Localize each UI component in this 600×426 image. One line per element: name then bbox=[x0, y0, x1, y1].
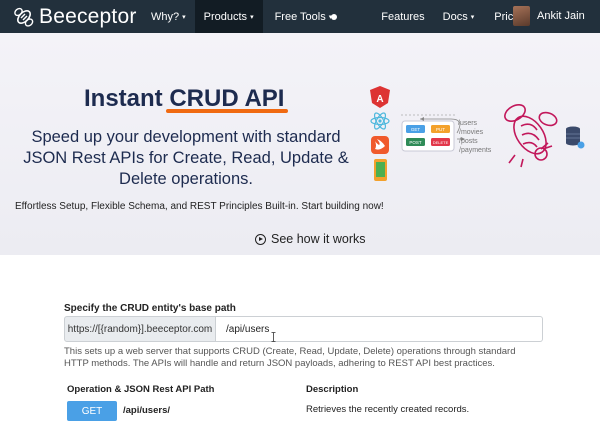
get-method-button[interactable]: GET bbox=[67, 401, 117, 421]
crud-illustration: A GET PUT POST DELETE /users /movies /po… bbox=[370, 86, 585, 181]
nav-free-tools-label: Free Tools bbox=[274, 10, 326, 23]
hero-tagline: Effortless Setup, Flexible Schema, and R… bbox=[15, 201, 384, 212]
method-label: PUT bbox=[436, 127, 445, 132]
see-how-it-works-label: See how it works bbox=[271, 232, 366, 246]
react-icon bbox=[370, 112, 390, 130]
swift-icon bbox=[371, 136, 389, 154]
nav-products-label: Products bbox=[203, 10, 248, 23]
avatar bbox=[513, 6, 530, 26]
nav-docs[interactable]: Docs ▾ bbox=[437, 0, 481, 33]
chevron-down-icon: ▾ bbox=[470, 13, 475, 21]
hero-subtitle: Speed up your development with standard … bbox=[23, 128, 349, 188]
nav-why-label: Why? bbox=[151, 10, 180, 23]
bee-mascot-icon bbox=[504, 104, 558, 168]
hero-section: Instant CRUD API Speed up your developme… bbox=[0, 33, 600, 255]
resource-path: /payments bbox=[459, 147, 492, 154]
domain-prefix: https://[{random}].beeceptor.com bbox=[64, 316, 216, 342]
chevron-down-icon: ▾ bbox=[182, 13, 186, 21]
hero-title-highlight: CRUD API bbox=[166, 85, 289, 113]
bee-logo-icon bbox=[14, 7, 34, 27]
text-cursor-icon bbox=[271, 332, 276, 342]
user-name: Ankit Jain bbox=[537, 10, 585, 22]
user-menu[interactable]: Ankit Jain bbox=[513, 6, 585, 26]
resource-path: /movies bbox=[459, 129, 484, 136]
status-dot-icon bbox=[331, 14, 337, 20]
resource-path: /users bbox=[458, 120, 478, 127]
android-phone-icon bbox=[374, 159, 387, 181]
column-header-path: Operation & JSON Rest API Path bbox=[67, 384, 215, 395]
base-path-description: This sets up a web server that supports … bbox=[64, 346, 516, 369]
http-methods-box: GET PUT POST DELETE bbox=[401, 114, 455, 152]
method-label: DELETE bbox=[433, 140, 449, 145]
nav-free-tools[interactable]: Free Tools ▾ bbox=[269, 0, 339, 33]
nav-features-label: Features bbox=[381, 10, 425, 23]
method-label: POST bbox=[409, 140, 422, 145]
base-path-label: Specify the CRUD entity's base path bbox=[64, 303, 236, 314]
method-label: GET bbox=[411, 127, 421, 132]
nav-why[interactable]: Why? ▾ bbox=[146, 0, 191, 33]
column-header-description: Description bbox=[306, 384, 359, 395]
endpoint-description: Retrieves the recently created records. bbox=[306, 404, 470, 415]
nav-features[interactable]: Features bbox=[375, 0, 430, 33]
brand-name: Beeceptor bbox=[39, 4, 137, 28]
hero-title-prefix: Instant bbox=[84, 85, 170, 112]
database-icon bbox=[566, 126, 585, 149]
play-circle-icon bbox=[255, 233, 266, 245]
endpoint-path: /api/users/ bbox=[123, 405, 170, 416]
hero-title: Instant CRUD API bbox=[84, 85, 289, 113]
angular-icon: A bbox=[370, 86, 390, 108]
resource-path: /posts bbox=[459, 138, 478, 145]
nav-docs-label: Docs bbox=[442, 10, 468, 23]
base-path-input[interactable] bbox=[216, 316, 543, 342]
nav-products[interactable]: Products ▾ bbox=[194, 0, 263, 33]
top-navbar: Beeceptor Why? ▾ Products ▾ Free Tools ▾… bbox=[0, 0, 600, 33]
see-how-it-works-link[interactable]: See how it works bbox=[255, 232, 365, 246]
chevron-down-icon: ▾ bbox=[250, 13, 254, 21]
svg-text:A: A bbox=[376, 94, 383, 105]
brand-home-link[interactable]: Beeceptor bbox=[12, 5, 140, 29]
hero-title-highlight-text: CRUD API bbox=[169, 85, 285, 112]
